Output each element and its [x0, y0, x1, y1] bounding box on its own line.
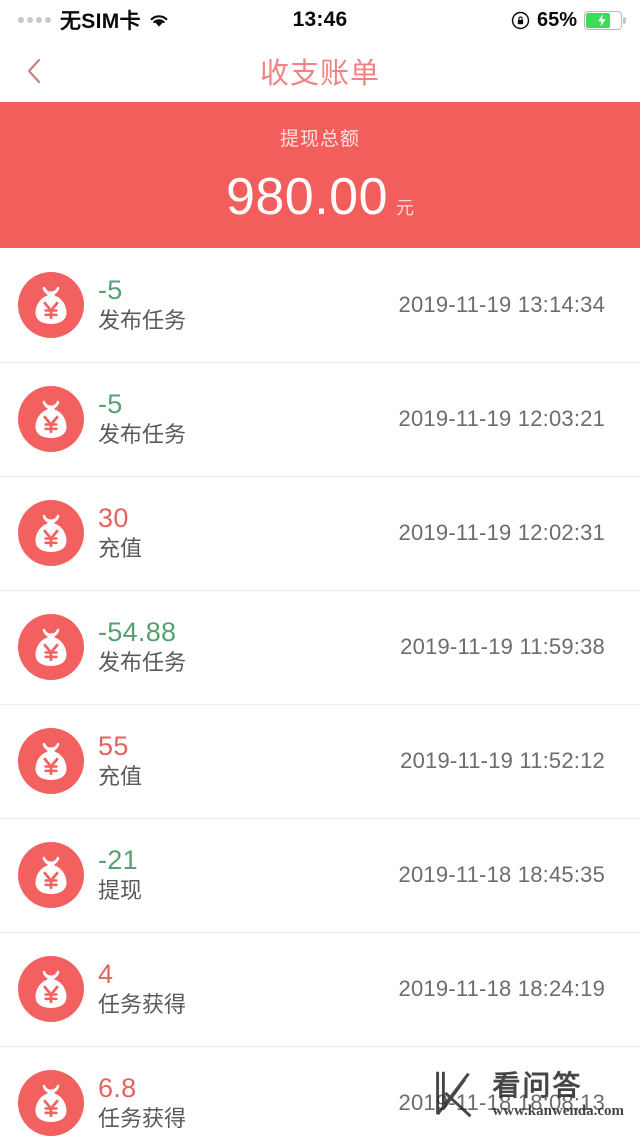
withdraw-total-label: 提现总额 — [279, 127, 360, 150]
transaction-amount: 4 — [98, 959, 114, 989]
money-bag-glyph — [35, 400, 67, 438]
transaction-row[interactable]: -21 提现 2019-11-18 18:45:35 — [0, 818, 640, 932]
money-bag-glyph — [35, 1084, 67, 1122]
transaction-desc: 充值 — [98, 537, 143, 562]
money-bag-glyph — [35, 742, 67, 780]
phone-screen: 无SIM卡 13:46 65% 收支账单 提现总额 980.00 元 -5 发布… — [0, 0, 640, 1138]
transaction-text: -21 提现 — [98, 847, 142, 903]
transaction-text: 55 充值 — [98, 733, 142, 789]
transaction-text: -5 发布任务 — [98, 277, 186, 333]
nav-bar: 收支账单 — [0, 40, 640, 102]
money-bag-icon — [18, 842, 84, 908]
transaction-desc: 充值 — [98, 765, 143, 790]
transaction-amount: -5 — [98, 275, 123, 305]
status-bar-right: 65% — [511, 8, 626, 32]
battery-charging-icon — [584, 10, 626, 30]
status-bar-left: 无SIM卡 — [18, 5, 170, 35]
money-bag-glyph — [35, 628, 67, 666]
transaction-row[interactable]: 4 任务获得 2019-11-18 18:24:19 — [0, 932, 640, 1046]
transaction-row[interactable]: 30 充值 2019-11-19 12:02:31 — [0, 476, 640, 590]
transaction-desc: 发布任务 — [98, 423, 187, 448]
wifi-icon — [148, 12, 170, 28]
money-bag-icon — [18, 1070, 84, 1136]
transaction-amount: -21 — [98, 845, 138, 875]
money-bag-glyph — [35, 856, 67, 894]
transaction-desc: 发布任务 — [98, 309, 187, 334]
money-bag-glyph — [35, 970, 67, 1008]
transaction-text: -54.88 发布任务 — [98, 619, 186, 675]
transaction-text: -5 发布任务 — [98, 391, 186, 447]
transaction-date: 2019-11-18 18:45:35 — [398, 862, 605, 887]
money-bag-icon — [18, 956, 84, 1022]
status-bar: 无SIM卡 13:46 65% — [0, 0, 640, 40]
transaction-date: 2019-11-19 12:03:21 — [398, 406, 605, 431]
transaction-list: -5 发布任务 2019-11-19 13:14:34 -5 发布任务 2019-11-… — [0, 248, 640, 1138]
transaction-date: 2019-11-18 18:08:13 — [398, 1090, 605, 1115]
battery-percent-label: 65% — [536, 8, 577, 31]
signal-dots-icon — [18, 17, 51, 23]
transaction-text: 30 充值 — [98, 505, 142, 561]
carrier-label: 无SIM卡 — [60, 10, 141, 33]
transaction-amount: 30 — [98, 503, 129, 533]
transaction-date: 2019-11-19 12:02:31 — [398, 520, 605, 545]
money-bag-icon — [18, 500, 84, 566]
transaction-amount: -54.88 — [98, 617, 177, 647]
withdraw-total-banner: 提现总额 980.00 元 — [0, 102, 640, 248]
money-bag-glyph — [35, 514, 67, 552]
rotation-lock-icon — [511, 11, 530, 30]
transaction-text: 4 任务获得 — [98, 961, 186, 1017]
money-bag-icon — [18, 272, 84, 338]
transaction-row[interactable]: 6.8 任务获得 2019-11-18 18:08:13 — [0, 1046, 640, 1138]
transaction-desc: 任务获得 — [98, 993, 187, 1018]
money-bag-icon — [18, 614, 84, 680]
transaction-row[interactable]: -54.88 发布任务 2019-11-19 11:59:38 — [0, 590, 640, 704]
transaction-desc: 提现 — [98, 879, 143, 904]
transaction-row[interactable]: -5 发布任务 2019-11-19 13:14:34 — [0, 248, 640, 362]
transaction-date: 2019-11-19 11:59:38 — [400, 634, 605, 659]
transaction-text: 6.8 任务获得 — [98, 1075, 186, 1131]
money-bag-glyph — [35, 286, 67, 324]
withdraw-total-amount: 980.00 — [225, 167, 389, 226]
transaction-amount: 6.8 — [98, 1073, 137, 1103]
transaction-amount: -5 — [98, 389, 123, 419]
money-bag-icon — [18, 728, 84, 794]
transaction-desc: 发布任务 — [98, 651, 187, 676]
page-title: 收支账单 — [259, 56, 380, 90]
transaction-desc: 任务获得 — [98, 1107, 187, 1132]
withdraw-total-amount-row: 980.00 元 — [226, 167, 414, 227]
transaction-amount: 55 — [98, 731, 129, 761]
transaction-date: 2019-11-19 13:14:34 — [398, 292, 605, 317]
money-bag-icon — [18, 386, 84, 452]
transaction-date: 2019-11-19 11:52:12 — [400, 748, 605, 773]
back-button[interactable] — [13, 50, 55, 92]
transaction-date: 2019-11-18 18:24:19 — [398, 976, 605, 1001]
transaction-row[interactable]: -5 发布任务 2019-11-19 12:03:21 — [0, 362, 640, 476]
clock-label: 13:46 — [292, 8, 348, 31]
transaction-row[interactable]: 55 充值 2019-11-19 11:52:12 — [0, 704, 640, 818]
chevron-left-icon — [27, 58, 41, 84]
withdraw-total-unit: 元 — [396, 197, 415, 219]
